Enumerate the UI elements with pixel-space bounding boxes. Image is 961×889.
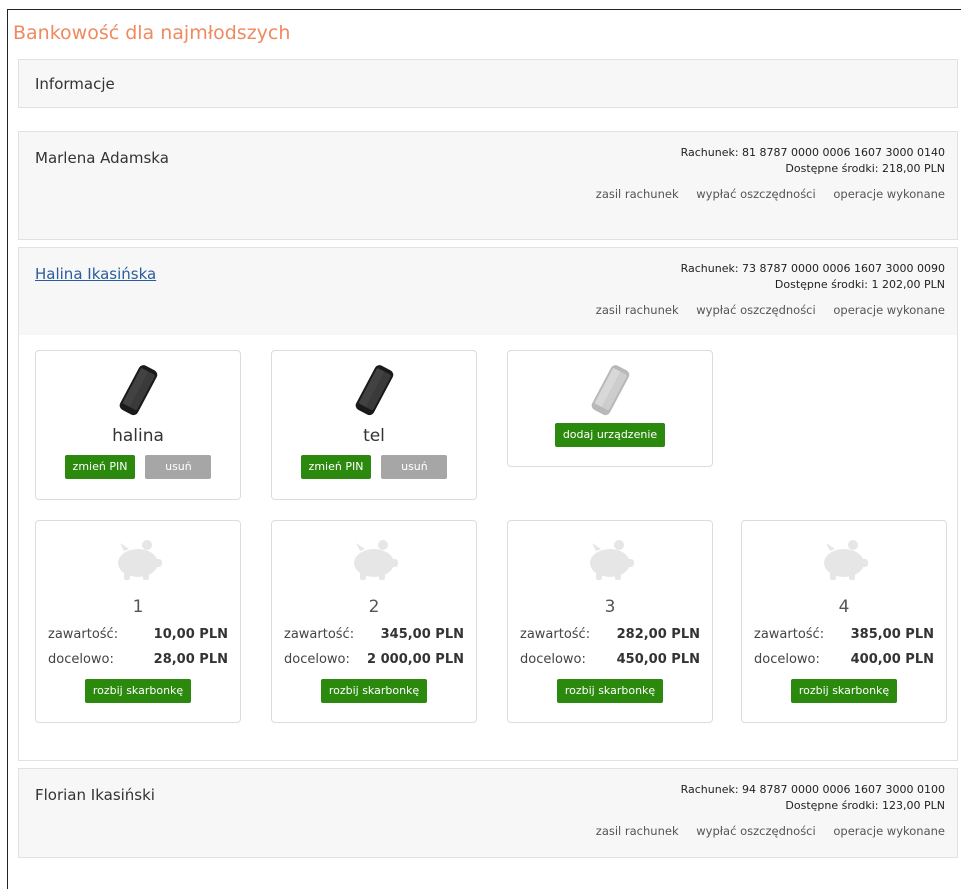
info-label: Informacje [35,75,115,93]
piggybank-number: 3 [604,597,616,617]
phone-placeholder-icon [590,363,630,423]
device-name: halina [112,426,164,446]
change-pin-button[interactable]: zmień PIN [64,455,136,479]
fund-account-link[interactable]: zasil rachunek [596,187,679,201]
account-number: 73 8787 0000 0006 1607 3000 0090 [742,262,945,275]
piggybank-number: 1 [132,597,144,617]
available-label: Dostępne środki: [774,278,869,291]
target-label: docelowo: [520,652,586,667]
account-label: Rachunek: [680,783,739,796]
fund-account-link[interactable]: zasil rachunek [596,824,679,838]
available-balance: 1 202,00 PLN [871,278,945,291]
withdraw-savings-link[interactable]: wypłać oszczędności [696,303,815,317]
account-actions: zasil rachunek wypłać oszczędności opera… [582,303,945,317]
content-value: 282,00 PLN [616,627,700,642]
piggy-bank-icon [816,533,872,587]
content-label: zawartość: [754,627,825,642]
operations-link[interactable]: operacje wykonane [833,824,945,838]
target-value: 28,00 PLN [153,652,228,667]
piggybank-card: 2 zawartość: 345,00 PLN docelowo: 2 000,… [271,520,477,723]
device-card: tel zmień PIN usuń [271,350,477,500]
fund-account-link[interactable]: zasil rachunek [596,303,679,317]
account-panel-florian: Florian Ikasiński Rachunek: 94 8787 0000… [18,768,958,858]
page-title: Bankowość dla najmłodszych [13,22,291,44]
content-value: 345,00 PLN [380,627,464,642]
withdraw-savings-link[interactable]: wypłać oszczędności [696,824,815,838]
add-device-card: dodaj urządzenie [507,350,713,467]
withdraw-savings-link[interactable]: wypłać oszczędności [696,187,815,201]
info-section[interactable]: Informacje [18,59,958,108]
piggy-bank-icon [110,533,166,587]
break-piggybank-button[interactable]: rozbij skarbonkę [320,679,428,703]
device-card: halina zmień PIN usuń [35,350,241,500]
operations-link[interactable]: operacje wykonane [833,187,945,201]
operations-link[interactable]: operacje wykonane [833,303,945,317]
account-holder-name: Marlena Adamska [35,149,169,167]
content-value: 10,00 PLN [153,627,228,642]
piggybank-number: 4 [838,597,850,617]
account-holder-name-link[interactable]: Halina Ikasińska [35,265,156,283]
account-panel-halina: Halina Ikasińska Rachunek: 73 8787 0000 … [18,247,958,336]
change-pin-button[interactable]: zmień PIN [300,455,372,479]
account-holder-name: Florian Ikasiński [35,786,155,804]
account-number: 81 8787 0000 0006 1607 3000 0140 [742,146,945,159]
account-actions: zasil rachunek wypłać oszczędności opera… [582,187,945,201]
available-balance: 123,00 PLN [882,799,945,812]
target-value: 2 000,00 PLN [367,652,464,667]
device-name: tel [363,426,385,446]
account-number: 94 8787 0000 0006 1607 3000 0100 [742,783,945,796]
target-value: 450,00 PLN [616,652,700,667]
break-piggybank-button[interactable]: rozbij skarbonkę [790,679,898,703]
account-label: Rachunek: [680,146,739,159]
add-device-button[interactable]: dodaj urządzenie [554,423,666,447]
piggybank-card: 4 zawartość: 385,00 PLN docelowo: 400,00… [741,520,947,723]
piggybank-card: 1 zawartość: 10,00 PLN docelowo: 28,00 P… [35,520,241,723]
target-label: docelowo: [284,652,350,667]
content-label: zawartość: [520,627,591,642]
account-panel-marlena: Marlena Adamska Rachunek: 81 8787 0000 0… [18,131,958,240]
available-label: Dostępne środki: [785,162,879,175]
break-piggybank-button[interactable]: rozbij skarbonkę [84,679,192,703]
piggy-bank-icon [582,533,638,587]
piggybank-card: 3 zawartość: 282,00 PLN docelowo: 450,00… [507,520,713,723]
account-actions: zasil rachunek wypłać oszczędności opera… [582,824,945,838]
phone-icon [118,363,158,423]
account-info: Rachunek: 73 8787 0000 0006 1607 3000 00… [681,261,945,293]
account-info: Rachunek: 94 8787 0000 0006 1607 3000 01… [681,782,945,814]
available-label: Dostępne środki: [785,799,879,812]
account-details-expanded: halina zmień PIN usuń tel zmień PIN usuń [18,335,958,761]
remove-device-button[interactable]: usuń [381,455,448,479]
account-label: Rachunek: [680,262,739,275]
break-piggybank-button[interactable]: rozbij skarbonkę [556,679,664,703]
remove-device-button[interactable]: usuń [145,455,212,479]
content-label: zawartość: [48,627,119,642]
phone-icon [354,363,394,423]
target-label: docelowo: [754,652,820,667]
target-value: 400,00 PLN [850,652,934,667]
content-value: 385,00 PLN [850,627,934,642]
piggybank-number: 2 [368,597,380,617]
available-balance: 218,00 PLN [882,162,945,175]
content-label: zawartość: [284,627,355,642]
target-label: docelowo: [48,652,114,667]
account-info: Rachunek: 81 8787 0000 0006 1607 3000 01… [681,145,945,177]
piggy-bank-icon [346,533,402,587]
